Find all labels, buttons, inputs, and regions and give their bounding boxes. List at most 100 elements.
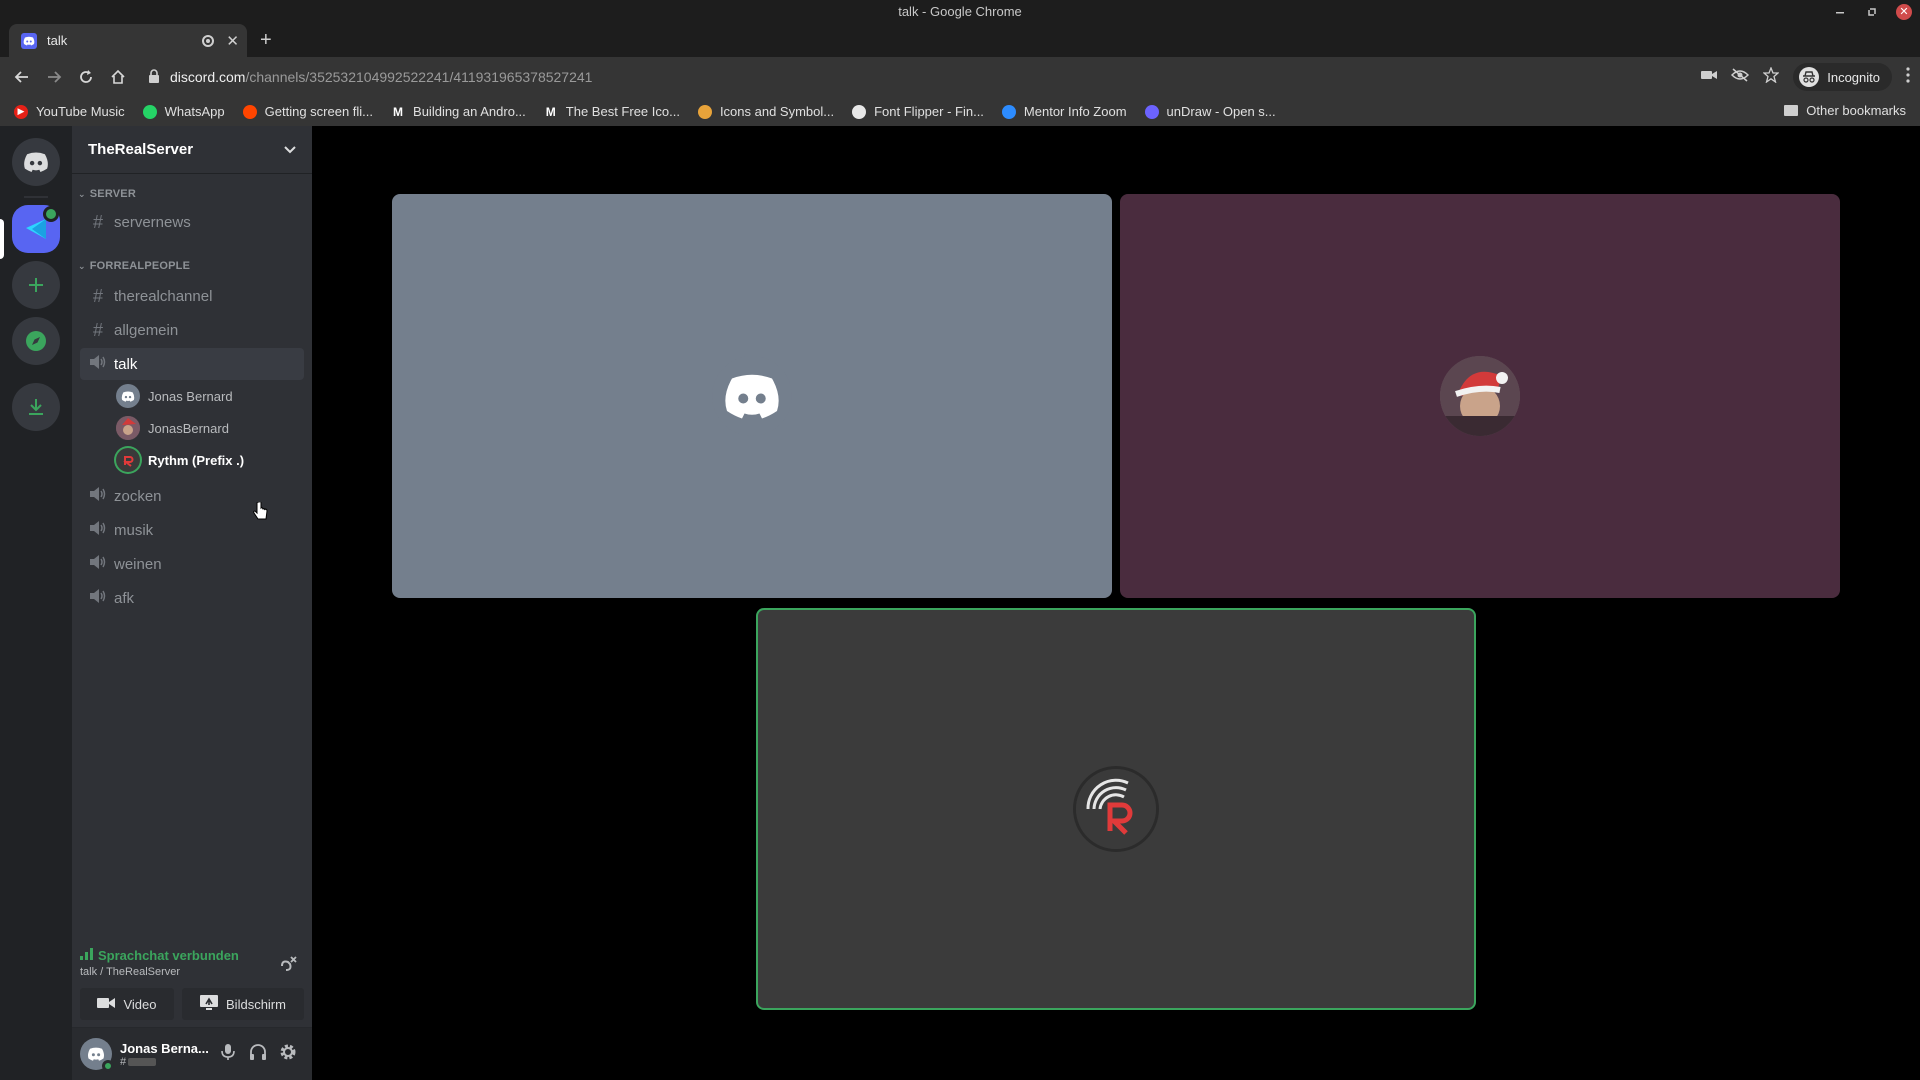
- channel-allgemein[interactable]: # allgemein: [80, 314, 304, 346]
- channel-therealchannel[interactable]: # therealchannel: [80, 280, 304, 312]
- category-label: FORREALPEOPLE: [89, 260, 191, 272]
- discord-home-icon[interactable]: [12, 138, 60, 186]
- channel-talk[interactable]: talk: [80, 348, 304, 380]
- restore-icon[interactable]: [1864, 4, 1880, 20]
- participant-tile-jonasbernard[interactable]: [1120, 194, 1840, 598]
- participant-tile-rythm[interactable]: [756, 608, 1476, 1010]
- bookmark-label: unDraw - Open s...: [1166, 104, 1276, 119]
- user-panel: Jonas Berna... #: [72, 1028, 312, 1080]
- bookmark-label: Getting screen fli...: [264, 104, 374, 119]
- avatar: [712, 356, 792, 436]
- tab-talk[interactable]: talk ✕: [9, 24, 247, 57]
- screen-share-button[interactable]: Bildschirm: [182, 988, 304, 1020]
- eye-off-icon[interactable]: [1731, 67, 1750, 87]
- channel-weinen[interactable]: weinen: [80, 548, 304, 580]
- forward-icon[interactable]: [38, 61, 70, 93]
- other-bookmarks-label: Other bookmarks: [1806, 103, 1906, 118]
- voice-user-rythm[interactable]: Rythm (Prefix .): [116, 444, 312, 476]
- category-server[interactable]: ⌄ SERVER: [72, 186, 312, 202]
- url-host: discord.com: [170, 69, 246, 85]
- address-bar[interactable]: discord.com/channels/352532104992522241/…: [142, 61, 1701, 93]
- lock-icon[interactable]: [148, 68, 160, 86]
- bookmark-label: Mentor Info Zoom: [1023, 104, 1127, 119]
- bookmark-label: YouTube Music: [36, 104, 125, 119]
- back-icon[interactable]: [6, 61, 38, 93]
- settings-gear-icon[interactable]: [278, 1042, 298, 1067]
- online-status-icon: [102, 1060, 114, 1072]
- tab-title: talk: [47, 33, 68, 48]
- avatar[interactable]: [80, 1038, 114, 1072]
- bookmark-item[interactable]: M The Best Free Ico...: [543, 104, 680, 119]
- bookmark-item[interactable]: Font Flipper - Fin...: [852, 104, 984, 119]
- channel-servernews[interactable]: # servernews: [80, 206, 304, 238]
- server-header[interactable]: TheRealServer: [72, 126, 312, 174]
- window-controls: ✕: [1832, 4, 1912, 20]
- speaker-icon: [88, 520, 108, 541]
- new-tab-icon[interactable]: +: [260, 28, 272, 52]
- channel-sidebar: TheRealServer ⌄ SERVER # servernews ⌄ FO…: [72, 126, 312, 1080]
- user-tag: #: [120, 1056, 212, 1068]
- voice-user-name: Jonas Bernard: [148, 388, 233, 404]
- redacted-discriminator: [128, 1057, 157, 1066]
- bookmark-label: Font Flipper - Fin...: [874, 104, 984, 119]
- avatar: [116, 416, 140, 440]
- video-button-label: Video: [123, 996, 157, 1012]
- camera-in-use-icon[interactable]: [1701, 68, 1718, 86]
- avatar: [116, 384, 140, 408]
- url-path: /channels/352532104992522241/41193196537…: [245, 69, 593, 85]
- undraw-icon: [1144, 104, 1159, 119]
- close-window-icon[interactable]: ✕: [1896, 4, 1912, 20]
- voice-user-jonasbernard[interactable]: JonasBernard: [116, 412, 312, 444]
- voice-status[interactable]: Sprachchat verbunden: [80, 948, 239, 963]
- bookmark-item[interactable]: unDraw - Open s...: [1144, 104, 1276, 119]
- more-menu-icon[interactable]: [1906, 66, 1910, 88]
- bookmark-label: WhatsApp: [164, 104, 225, 119]
- tab-close-icon[interactable]: ✕: [226, 32, 239, 50]
- disconnect-icon[interactable]: [280, 954, 298, 977]
- channel-musik[interactable]: musik: [80, 514, 304, 546]
- reload-icon[interactable]: [70, 61, 102, 93]
- download-apps-icon[interactable]: [12, 383, 60, 431]
- video-camera-icon: [97, 997, 116, 1012]
- voice-user-jonas-bernard[interactable]: Jonas Bernard: [116, 380, 312, 412]
- chevron-down-icon: ⌄: [78, 260, 86, 271]
- bookmark-item[interactable]: WhatsApp: [142, 104, 225, 119]
- minimize-icon[interactable]: [1832, 4, 1848, 20]
- channel-label: musik: [114, 521, 154, 539]
- reddit-icon: [242, 104, 257, 119]
- bookmark-item[interactable]: ▶ YouTube Music: [14, 104, 125, 119]
- bookmark-item[interactable]: Mentor Info Zoom: [1001, 104, 1127, 119]
- voice-channel-link[interactable]: talk / TheRealServer: [80, 966, 180, 978]
- video-button[interactable]: Video: [80, 988, 174, 1020]
- bookmark-label: Icons and Symbol...: [719, 104, 835, 119]
- channel-afk[interactable]: afk: [80, 582, 304, 614]
- bookmark-item[interactable]: Getting screen fli...: [242, 104, 374, 119]
- category-forrealpeople[interactable]: ⌄ FORREALPEOPLE: [72, 258, 312, 274]
- speaker-icon: [88, 486, 108, 507]
- explore-servers-icon[interactable]: [12, 317, 60, 365]
- user-names[interactable]: Jonas Berna... #: [120, 1041, 212, 1068]
- home-icon[interactable]: [102, 61, 134, 93]
- bookmark-star-icon[interactable]: [1762, 65, 1780, 88]
- channel-zocken[interactable]: zocken: [80, 480, 304, 512]
- microphone-icon[interactable]: [218, 1042, 238, 1067]
- add-server-icon[interactable]: [12, 261, 60, 309]
- incognito-badge[interactable]: Incognito: [1793, 63, 1892, 91]
- signal-strength-icon: [80, 948, 94, 963]
- avatar: [1076, 769, 1156, 849]
- other-bookmarks[interactable]: Other bookmarks: [1784, 103, 1906, 118]
- speaker-icon: [88, 554, 108, 575]
- bookmark-item[interactable]: M Building an Andro...: [391, 104, 526, 119]
- text-channel-hash-icon: #: [92, 285, 103, 306]
- screen-share-label: Bildschirm: [226, 996, 286, 1012]
- profile-label: Incognito: [1827, 69, 1880, 85]
- incognito-icon: [1799, 67, 1820, 87]
- mouse-cursor-icon: [252, 501, 270, 527]
- bookmark-item[interactable]: Icons and Symbol...: [697, 104, 835, 119]
- browser-toolbar: discord.com/channels/352532104992522241/…: [0, 57, 1920, 97]
- server-name: TheRealServer: [88, 141, 194, 158]
- avatar: [1440, 356, 1520, 436]
- participant-tile-jonas-bernard[interactable]: [392, 194, 1112, 598]
- headphones-icon[interactable]: [248, 1042, 268, 1067]
- channel-label: therealchannel: [114, 287, 213, 305]
